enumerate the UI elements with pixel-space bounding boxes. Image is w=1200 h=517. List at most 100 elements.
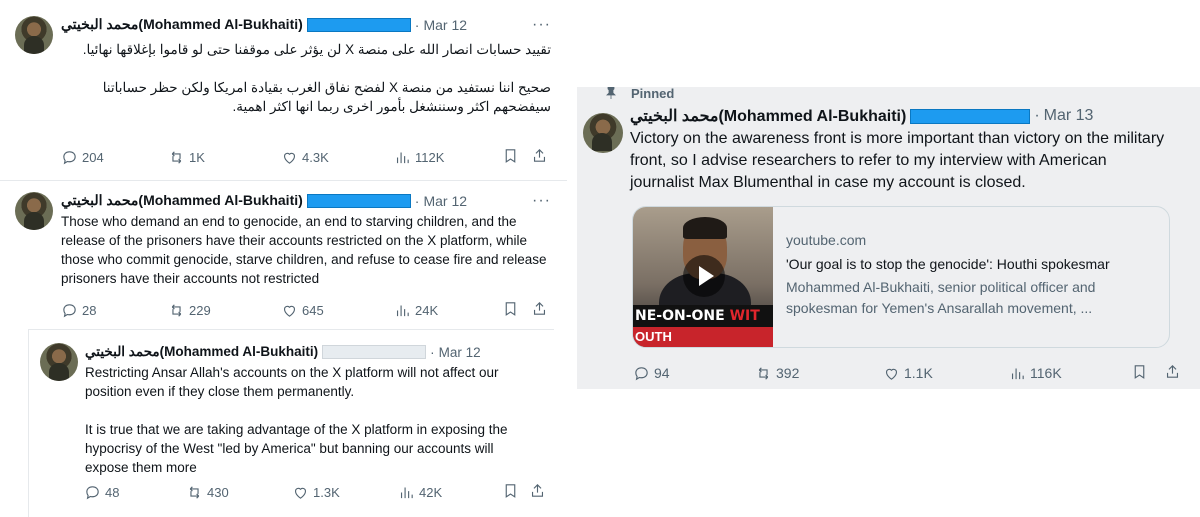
reply-button[interactable]: 48 <box>84 484 119 501</box>
share-button[interactable] <box>531 147 548 169</box>
card-title: 'Our goal is to stop the genocide': Hout… <box>786 256 1110 272</box>
author-name[interactable]: محمد البخيتي(Mohammed Al-Bukhaiti) <box>61 192 303 209</box>
bookmark-icon <box>1134 365 1145 379</box>
reply-button[interactable]: 94 <box>633 365 670 382</box>
author-name[interactable]: محمد البخيتي(Mohammed Al-Bukhaiti) <box>61 16 303 33</box>
share-button[interactable] <box>531 300 548 322</box>
views-count: 112K <box>415 149 445 165</box>
post-date[interactable]: Mar 12 <box>423 193 467 209</box>
repost-icon <box>171 150 182 164</box>
more-icon[interactable]: ··· <box>532 16 551 34</box>
separator-dot: · <box>414 192 420 209</box>
redacted-handle <box>322 345 427 359</box>
pin-icon <box>606 87 616 99</box>
tweet-actions: 94 392 1.1K 116K <box>633 363 1173 383</box>
like-button[interactable]: 1.3K <box>292 484 340 501</box>
views-button[interactable]: 24K <box>394 302 438 319</box>
bookmark-icon <box>505 302 516 316</box>
repost-button[interactable]: 392 <box>755 365 799 382</box>
card-domain: youtube.com <box>786 232 867 248</box>
bookmark-icon <box>505 149 516 163</box>
like-button[interactable]: 645 <box>281 302 324 319</box>
video-thumbnail[interactable]: NE-ON-ONE WIT OUTH <box>633 207 773 347</box>
views-icon <box>400 487 413 498</box>
tweet-actions: 48 430 1.3K 42K <box>84 482 534 502</box>
tweet-3[interactable]: محمد البخيتي(Mohammed Al-Bukhaiti) · Mar… <box>29 330 567 517</box>
reply-icon <box>63 150 76 164</box>
like-count: 1.1K <box>904 365 933 381</box>
views-count: 116K <box>1030 365 1062 381</box>
repost-count: 430 <box>207 484 229 500</box>
views-count: 24K <box>415 302 439 318</box>
left-screenshot-panel: محمد البخيتي(Mohammed Al-Bukhaiti) · Mar… <box>0 0 567 517</box>
like-icon <box>283 152 296 164</box>
bookmark-button[interactable] <box>502 300 519 322</box>
tweet-text: Those who demand an end to genocide, an … <box>61 214 551 286</box>
reply-icon <box>635 366 648 380</box>
views-count: 42K <box>419 484 443 500</box>
views-icon <box>396 305 409 316</box>
share-button[interactable] <box>1164 363 1181 385</box>
bookmark-button[interactable] <box>502 482 519 504</box>
share-button[interactable] <box>529 482 546 504</box>
repost-count: 229 <box>189 302 211 318</box>
separator-dot: · <box>414 16 420 33</box>
avatar[interactable] <box>40 343 78 381</box>
reply-count: 48 <box>105 484 120 500</box>
tweet-text: Victory on the awareness front is more i… <box>630 130 1169 191</box>
tweet-1[interactable]: محمد البخيتي(Mohammed Al-Bukhaiti) · Mar… <box>0 0 567 180</box>
avatar[interactable] <box>15 192 53 230</box>
more-icon[interactable]: ··· <box>532 192 551 210</box>
share-icon <box>531 484 544 497</box>
author-name[interactable]: محمد البخيتي(Mohammed Al-Bukhaiti) <box>85 344 318 360</box>
views-button[interactable]: 42K <box>398 484 442 501</box>
reply-count: 204 <box>82 149 104 165</box>
repost-icon <box>189 485 200 499</box>
repost-count: 392 <box>776 365 800 381</box>
post-date[interactable]: Mar 12 <box>439 345 481 360</box>
like-icon <box>283 305 296 317</box>
thumbnail-banner: NE-ON-ONE WIT <box>633 305 773 327</box>
views-icon <box>396 152 409 163</box>
views-button[interactable]: 116K <box>1009 365 1062 382</box>
pinned-label: Pinned <box>631 86 675 101</box>
post-date[interactable]: Mar 12 <box>423 17 467 33</box>
repost-icon <box>171 303 182 317</box>
like-button[interactable]: 4.3K <box>281 149 329 166</box>
avatar[interactable] <box>583 113 623 153</box>
post-date[interactable]: Mar 13 <box>1044 107 1094 125</box>
reply-button[interactable]: 28 <box>61 302 96 319</box>
like-count: 1.3K <box>313 484 340 500</box>
avatar[interactable] <box>15 16 53 54</box>
play-icon[interactable] <box>683 255 725 297</box>
like-button[interactable]: 1.1K <box>883 365 933 382</box>
like-count: 645 <box>302 302 324 318</box>
repost-count: 1K <box>189 149 205 165</box>
reply-button[interactable]: 204 <box>61 149 104 166</box>
separator-dot: · <box>1034 107 1040 124</box>
author-name[interactable]: محمد البخيتي(Mohammed Al-Bukhaiti) <box>630 106 906 126</box>
bookmark-button[interactable] <box>1131 363 1148 385</box>
views-button[interactable]: 112K <box>394 149 444 166</box>
share-icon <box>533 302 546 315</box>
redacted-handle <box>306 17 411 32</box>
like-count: 4.3K <box>302 149 329 165</box>
right-screenshot-panel: Pinned محمد البخيتي(Mohammed Al-Bukhaiti… <box>577 86 1200 389</box>
card-description: Mohammed Al-Bukhaiti, senior political o… <box>786 279 1096 316</box>
tweet-text: Restricting Ansar Allah's accounts on th… <box>85 365 508 475</box>
like-icon <box>294 487 307 499</box>
repost-button[interactable]: 1K <box>168 149 205 166</box>
repost-button[interactable]: 430 <box>186 484 229 501</box>
repost-icon <box>758 366 769 380</box>
tweet-2[interactable]: محمد البخيتي(Mohammed Al-Bukhaiti) · Mar… <box>0 180 567 328</box>
bookmark-button[interactable] <box>502 147 519 169</box>
share-icon <box>533 149 546 162</box>
repost-button[interactable]: 229 <box>168 302 211 319</box>
reply-count: 94 <box>654 365 670 381</box>
tweet-text: تقييد حسابات انصار الله على منصة X لن يؤ… <box>82 42 551 114</box>
tweet-actions: 28 229 645 24K <box>61 300 551 320</box>
redacted-handle <box>910 108 1031 124</box>
reply-icon <box>63 303 76 317</box>
bookmark-icon <box>505 484 516 498</box>
link-card[interactable]: NE-ON-ONE WIT OUTH youtube.com 'Our goal… <box>632 206 1170 348</box>
